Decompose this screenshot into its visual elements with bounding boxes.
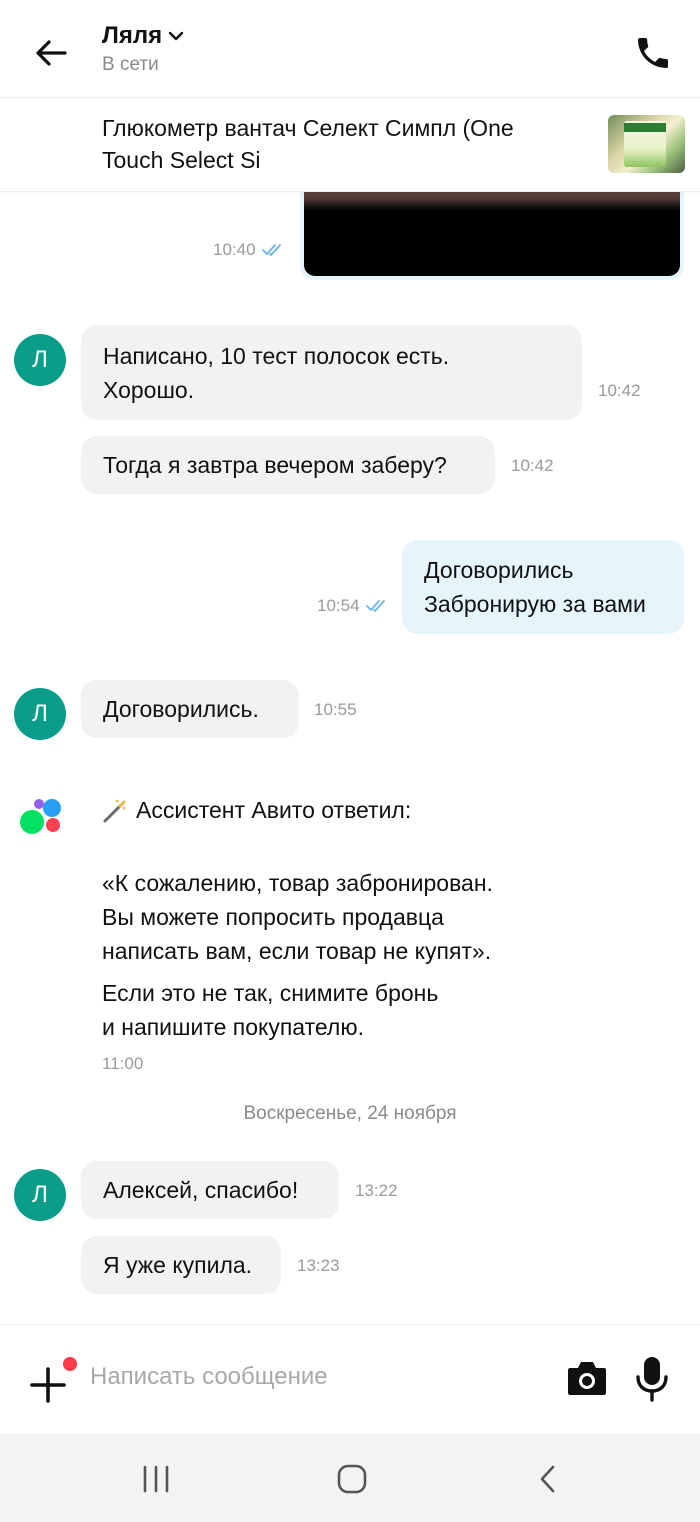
camera-icon xyxy=(568,1362,606,1395)
message-time: 10:42 xyxy=(598,381,641,400)
chat-header: Ляля В сети xyxy=(0,0,700,98)
avito-logo-icon xyxy=(20,799,61,834)
attach-button[interactable] xyxy=(28,1355,78,1405)
incoming-message[interactable]: Тогда я завтра вечером заберу? xyxy=(81,436,495,494)
contact-name[interactable]: Ляля xyxy=(102,22,162,50)
avatar[interactable]: Л xyxy=(14,334,66,386)
message-input[interactable] xyxy=(90,1355,530,1399)
recent-apps-button[interactable] xyxy=(126,1454,186,1504)
date-separator: Воскресенье, 24 ноября xyxy=(243,1103,457,1124)
incoming-message[interactable]: Алексей, спасибо! xyxy=(81,1161,339,1219)
product-title[interactable]: Глюкометр вантач Селект Симпл (One Touch… xyxy=(102,112,572,176)
system-back-button[interactable] xyxy=(518,1454,578,1504)
incoming-message[interactable]: Договорились. xyxy=(81,680,299,738)
incoming-message[interactable]: Написано, 10 тест полосок есть. Хорошо. xyxy=(81,325,582,420)
call-button[interactable] xyxy=(628,30,678,76)
message-time: 10:40 xyxy=(213,240,286,260)
message-text: Договорились. xyxy=(103,696,259,722)
avatar[interactable]: Л xyxy=(14,688,66,740)
message-text: Тогда я завтра вечером заберу? xyxy=(103,452,447,478)
plus-icon xyxy=(30,1367,66,1403)
product-box-band xyxy=(624,123,666,132)
product-thumbnail[interactable] xyxy=(608,115,685,173)
read-ticks-icon xyxy=(261,243,286,257)
message-text: Написано, 10 тест полосок есть. xyxy=(103,342,450,369)
back-button[interactable] xyxy=(28,30,74,76)
incoming-message[interactable]: Я уже купила. xyxy=(81,1236,281,1294)
phone-icon xyxy=(638,38,668,68)
chevron-left-icon xyxy=(540,1465,555,1493)
message-text: Хорошо. xyxy=(103,376,195,403)
message-time: 10:42 xyxy=(511,456,554,475)
home-icon xyxy=(337,1464,367,1494)
message-time: 13:22 xyxy=(355,1181,398,1200)
message-composer xyxy=(0,1324,700,1434)
assistant-note: Если это не так, снимите бронь и напишит… xyxy=(102,980,439,1040)
product-banner[interactable]: Глюкометр вантач Селект Симпл (One Touch… xyxy=(0,98,700,192)
camera-button[interactable] xyxy=(566,1359,612,1401)
message-text: Я уже купила. xyxy=(103,1252,253,1278)
message-time: 11:00 xyxy=(102,1054,144,1073)
system-nav-bar xyxy=(0,1434,700,1522)
message-time: 10:54 xyxy=(317,596,390,616)
microphone-icon xyxy=(636,1357,668,1402)
outgoing-message[interactable]: Договорились Забронирую за вами xyxy=(402,540,684,634)
message-time: 13:23 xyxy=(297,1256,340,1275)
arrow-left-icon xyxy=(36,40,67,66)
message-text: Алексей, спасибо! xyxy=(103,1177,299,1203)
online-status: В сети xyxy=(102,54,159,75)
microphone-button[interactable] xyxy=(632,1355,678,1405)
message-text: Договорились xyxy=(424,557,574,583)
assistant-heading: Ассистент Авито ответил: xyxy=(102,797,411,824)
avatar[interactable]: Л xyxy=(14,1169,66,1221)
recent-apps-icon xyxy=(143,1465,169,1493)
home-button[interactable] xyxy=(322,1454,382,1504)
magic-wand-icon xyxy=(102,798,128,824)
message-time: 10:55 xyxy=(314,700,357,719)
chevron-down-icon[interactable] xyxy=(168,31,184,41)
contact-info[interactable]: Ляля В сети xyxy=(102,22,184,76)
message-text: Забронирую за вами xyxy=(424,591,646,617)
read-ticks-icon xyxy=(365,599,390,613)
assistant-quote: «К сожалению, товар забронирован. Вы мож… xyxy=(102,870,493,964)
notification-dot xyxy=(63,1357,77,1371)
